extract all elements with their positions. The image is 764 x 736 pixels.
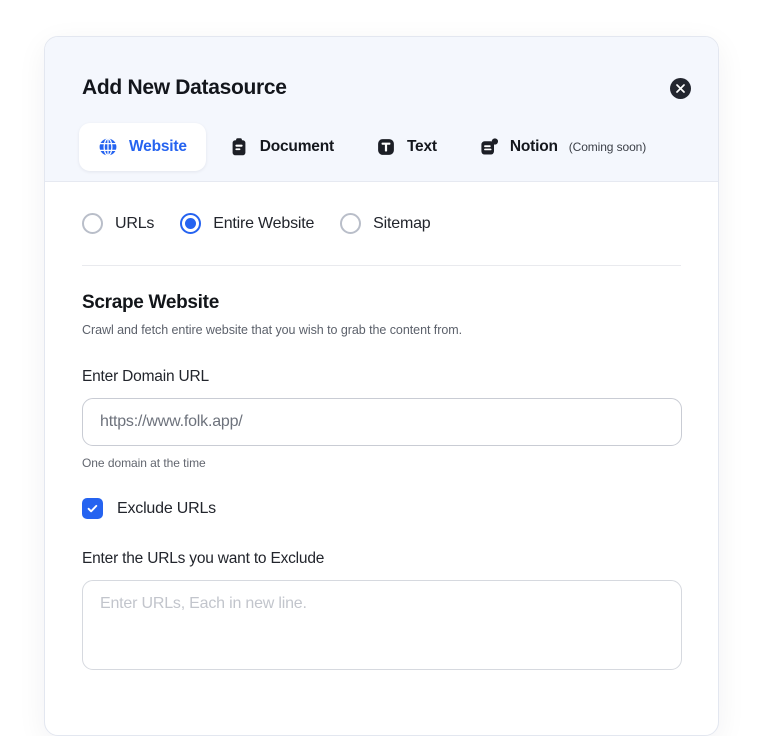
exclude-urls-textarea[interactable] <box>82 580 682 670</box>
close-button[interactable] <box>670 78 691 99</box>
tab-document[interactable]: Document <box>210 123 353 171</box>
close-icon <box>676 84 685 93</box>
checkbox-checked-icon <box>82 498 103 519</box>
checkbox-label: Exclude URLs <box>117 499 216 517</box>
section-subtitle: Crawl and fetch entire website that you … <box>82 323 463 337</box>
tab-label: Document <box>259 138 334 155</box>
radio-option-entire-website[interactable]: Entire Website <box>180 213 314 234</box>
radio-circle-icon <box>82 213 103 234</box>
text-t-icon <box>376 137 396 157</box>
tab-website[interactable]: Website <box>79 123 206 171</box>
radio-option-sitemap[interactable]: Sitemap <box>340 213 431 234</box>
radio-option-urls[interactable]: URLs <box>82 213 154 234</box>
domain-url-hint: One domain at the time <box>82 456 206 470</box>
radio-label: URLs <box>115 214 155 232</box>
tab-notion[interactable]: Notion (Coming soon) <box>460 123 665 171</box>
exclude-urls-label: Enter the URLs you want to Exclude <box>82 550 325 567</box>
tab-text[interactable]: Text <box>357 123 456 171</box>
globe-icon <box>98 137 118 157</box>
datasource-type-tabs: Website Document Text Notion (Coming soo… <box>79 123 665 171</box>
radio-label: Sitemap <box>373 214 431 232</box>
dialog-header: Add New Datasource Website Document Text… <box>45 37 718 182</box>
tab-coming-soon-note: (Coming soon) <box>568 140 647 154</box>
radio-circle-icon <box>340 213 362 234</box>
tab-label: Notion <box>509 138 558 155</box>
radio-circle-selected-icon <box>180 213 202 234</box>
add-datasource-dialog: Add New Datasource Website Document Text… <box>44 36 719 736</box>
section-title: Scrape Website <box>82 292 219 313</box>
notion-icon <box>479 137 499 157</box>
radio-label: Entire Website <box>213 214 315 232</box>
tab-label: Website <box>129 138 187 155</box>
tab-label: Text <box>406 138 437 155</box>
scrape-mode-radio-group: URLs Entire Website Sitemap <box>82 182 681 234</box>
clipboard-icon <box>229 137 249 157</box>
exclude-urls-checkbox[interactable]: Exclude URLs <box>82 498 681 519</box>
section-divider <box>82 265 681 266</box>
domain-url-label: Enter Domain URL <box>82 368 209 385</box>
domain-url-input[interactable] <box>82 398 682 446</box>
page-title: Add New Datasource <box>82 76 287 99</box>
dialog-body: URLs Entire Website Sitemap Scrape Websi… <box>45 182 718 670</box>
